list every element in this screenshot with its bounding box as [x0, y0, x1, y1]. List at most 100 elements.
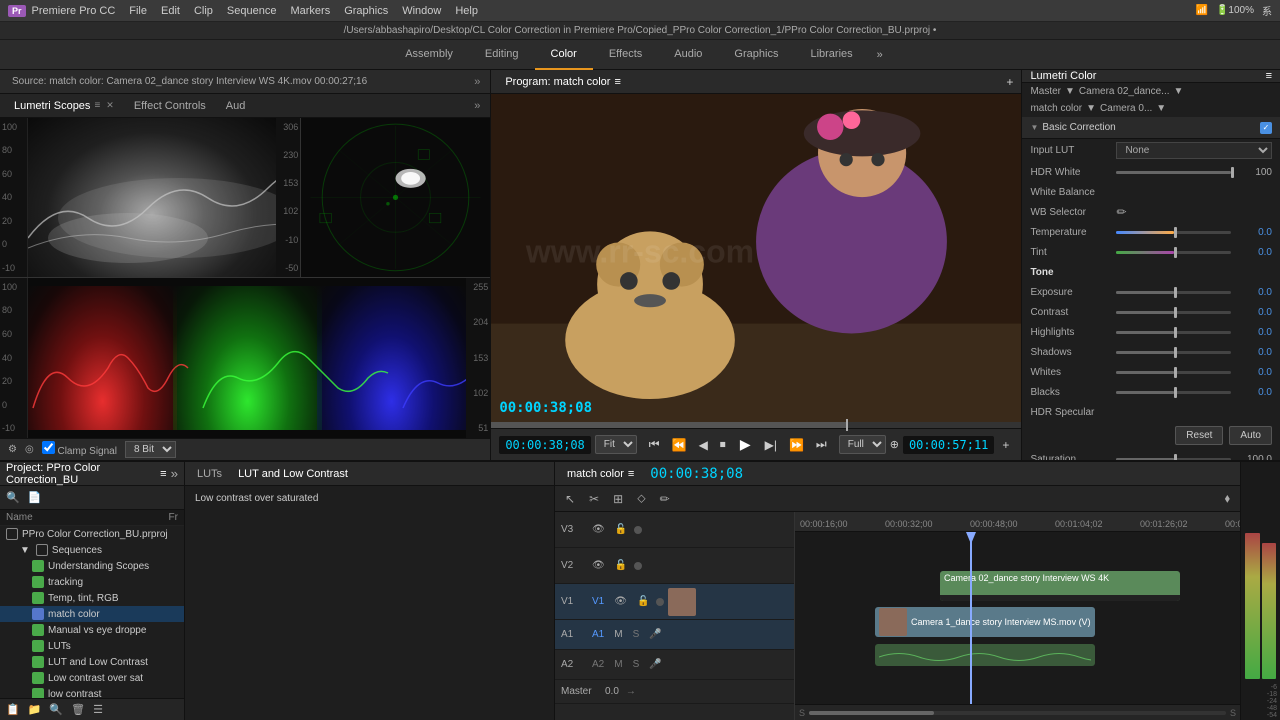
project-item-root[interactable]: PPro Color Correction_BU.prproj — [0, 526, 184, 542]
workspace-tabs-more[interactable]: » — [869, 49, 891, 61]
exposure-slider[interactable] — [1116, 291, 1231, 294]
a2-mic-button[interactable]: 🎤 — [646, 658, 664, 671]
source-panel-more[interactable]: » — [468, 76, 486, 88]
a1-s-button[interactable]: S — [630, 628, 643, 641]
project-search-button[interactable]: 🔍 — [4, 489, 22, 506]
tl-razor-tool[interactable]: ✂ — [585, 490, 603, 508]
track-row-a1[interactable] — [795, 640, 1240, 670]
program-fit-select[interactable]: Fit — [595, 435, 637, 454]
ctrl-shuttle-left[interactable]: ◀ — [695, 436, 712, 454]
basic-correction-header[interactable]: ▼ Basic Correction ✓ — [1022, 117, 1280, 139]
clip-audio-a1[interactable] — [875, 644, 1095, 666]
scope-tabs-more[interactable]: » — [468, 100, 486, 112]
blacks-slider[interactable] — [1116, 391, 1231, 394]
v1-target-button[interactable]: V1 — [589, 595, 607, 608]
project-new-bin-button[interactable]: 📁 — [26, 701, 44, 718]
project-item-luts[interactable]: LUTs — [0, 638, 184, 654]
a1-mic-button[interactable]: 🎤 — [646, 628, 664, 641]
contrast-slider[interactable] — [1116, 311, 1231, 314]
lumetri-scopes-close[interactable]: ✕ — [106, 100, 114, 111]
timeline-ruler[interactable]: 00:00:16;00 00:00:32;00 00:00:48;00 00:0… — [795, 512, 1240, 532]
ctrl-shuttle-right[interactable]: ⏩ — [785, 436, 808, 454]
project-item-sequences[interactable]: ▼ Sequences — [0, 542, 184, 558]
project-delete-button[interactable]: 🗑 — [69, 701, 87, 718]
tint-slider[interactable] — [1116, 251, 1231, 254]
timeline-timecode[interactable]: 00:00:38;08 — [642, 466, 751, 482]
clamp-signal-checkbox[interactable] — [42, 441, 55, 454]
shadows-slider[interactable] — [1116, 351, 1231, 354]
project-search-btn2[interactable]: 🔍 — [47, 701, 65, 718]
lut-item-1[interactable]: Low contrast over saturated — [189, 490, 550, 507]
scope-target-icon[interactable]: ◎ — [25, 444, 34, 455]
project-item-understanding-scopes[interactable]: Understanding Scopes — [0, 558, 184, 574]
a1-target-button[interactable]: A1 — [589, 628, 607, 641]
program-scrub-bar[interactable] — [491, 422, 1021, 428]
highlights-slider[interactable] — [1116, 331, 1231, 334]
timeline-zoom-slider[interactable] — [809, 711, 1226, 715]
project-item-lut-low[interactable]: LUT and Low Contrast — [0, 654, 184, 670]
tab-libraries[interactable]: Libraries — [794, 40, 868, 70]
v3-eye-button[interactable]: 👁 — [589, 523, 608, 536]
input-lut-select[interactable]: None — [1116, 142, 1272, 159]
track-row-v2[interactable]: Camera 02_dance story Interview WS 4K — [795, 568, 1240, 604]
menu-file[interactable]: File — [129, 5, 147, 17]
project-new-seq-button[interactable]: 📋 — [4, 701, 22, 718]
project-item-manual[interactable]: Manual vs eye droppe — [0, 622, 184, 638]
tl-ripple-tool[interactable]: ⊞ — [609, 490, 627, 508]
project-item-tracking[interactable]: tracking — [0, 574, 184, 590]
track-row-v3[interactable] — [795, 532, 1240, 568]
project-list-view-button[interactable]: ☰ — [91, 701, 105, 718]
menu-help[interactable]: Help — [455, 5, 478, 17]
tl-slip-tool[interactable]: ⬦ — [633, 489, 649, 508]
basic-correction-checkbox[interactable]: ✓ — [1260, 122, 1272, 134]
v2-eye-button[interactable]: 👁 — [589, 559, 608, 572]
temperature-slider[interactable] — [1116, 231, 1231, 234]
ctrl-play[interactable]: ▶ — [734, 434, 757, 455]
project-item-low-contrast[interactable]: Low contrast over sat — [0, 670, 184, 686]
hdr-white-slider[interactable] — [1116, 171, 1231, 174]
program-add-track-button[interactable]: + — [998, 436, 1013, 454]
tab-aud[interactable]: Aud — [216, 94, 256, 118]
a1-m-button[interactable]: M — [611, 628, 625, 641]
project-item-match-color[interactable]: match color — [0, 606, 184, 622]
program-playhead[interactable] — [846, 419, 848, 431]
program-timecode-display[interactable]: 00:00:38;08 — [499, 436, 590, 454]
a2-m-button[interactable]: M — [611, 658, 625, 671]
bit-depth-select[interactable]: 8 Bit — [125, 441, 176, 458]
tab-color[interactable]: Color — [535, 40, 593, 70]
tl-marker-button[interactable]: ⬧ — [1221, 489, 1234, 508]
tab-assembly[interactable]: Assembly — [389, 40, 469, 70]
program-zoom-icon[interactable]: ⊕ — [890, 438, 899, 451]
tab-editing[interactable]: Editing — [469, 40, 535, 70]
v2-lock-button[interactable]: 🔓 — [612, 559, 630, 572]
auto-button[interactable]: Auto — [1229, 426, 1272, 445]
clip-camera01[interactable]: Camera 1_dance story Interview MS.mov (V… — [875, 607, 1095, 637]
tab-lut-low-contrast[interactable]: LUT and Low Contrast — [230, 468, 356, 480]
ctrl-forward-end[interactable]: ⏭ — [812, 435, 831, 454]
project-new-button[interactable]: 📄 — [26, 489, 44, 506]
ctrl-step-back[interactable]: ⏪ — [668, 436, 691, 454]
scope-settings-icon[interactable]: ⚙ — [8, 444, 17, 455]
menu-graphics[interactable]: Graphics — [344, 5, 388, 17]
project-item-temp-tint[interactable]: Temp, tint, RGB — [0, 590, 184, 606]
v1-lock-button[interactable]: 🔓 — [634, 595, 652, 608]
tab-timeline[interactable]: match color ≡ — [559, 462, 642, 486]
v3-lock-button[interactable]: 🔓 — [612, 523, 630, 536]
menu-sequence[interactable]: Sequence — [227, 5, 277, 17]
v1-eye-button[interactable]: 👁 — [611, 595, 630, 608]
a2-s-button[interactable]: S — [630, 658, 643, 671]
ctrl-step-forward[interactable]: ▶| — [761, 436, 781, 454]
tab-effect-controls[interactable]: Effect Controls — [124, 94, 216, 118]
tab-lumetri-scopes[interactable]: Lumetri Scopes ≡ ✕ — [4, 94, 124, 118]
reset-button[interactable]: Reset — [1175, 426, 1223, 445]
tab-luts[interactable]: LUTs — [189, 468, 230, 480]
tab-program[interactable]: Program: match color ≡ — [495, 70, 631, 94]
tab-graphics[interactable]: Graphics — [718, 40, 794, 70]
menu-window[interactable]: Window — [402, 5, 441, 17]
tl-select-tool[interactable]: ↖ — [561, 490, 579, 508]
track-row-v1[interactable]: Camera 1_dance story Interview MS.mov (V… — [795, 604, 1240, 640]
tab-effects[interactable]: Effects — [593, 40, 658, 70]
whites-slider[interactable] — [1116, 371, 1231, 374]
master-send-button[interactable]: → — [623, 685, 639, 698]
program-quality-select[interactable]: Full — [839, 435, 886, 454]
